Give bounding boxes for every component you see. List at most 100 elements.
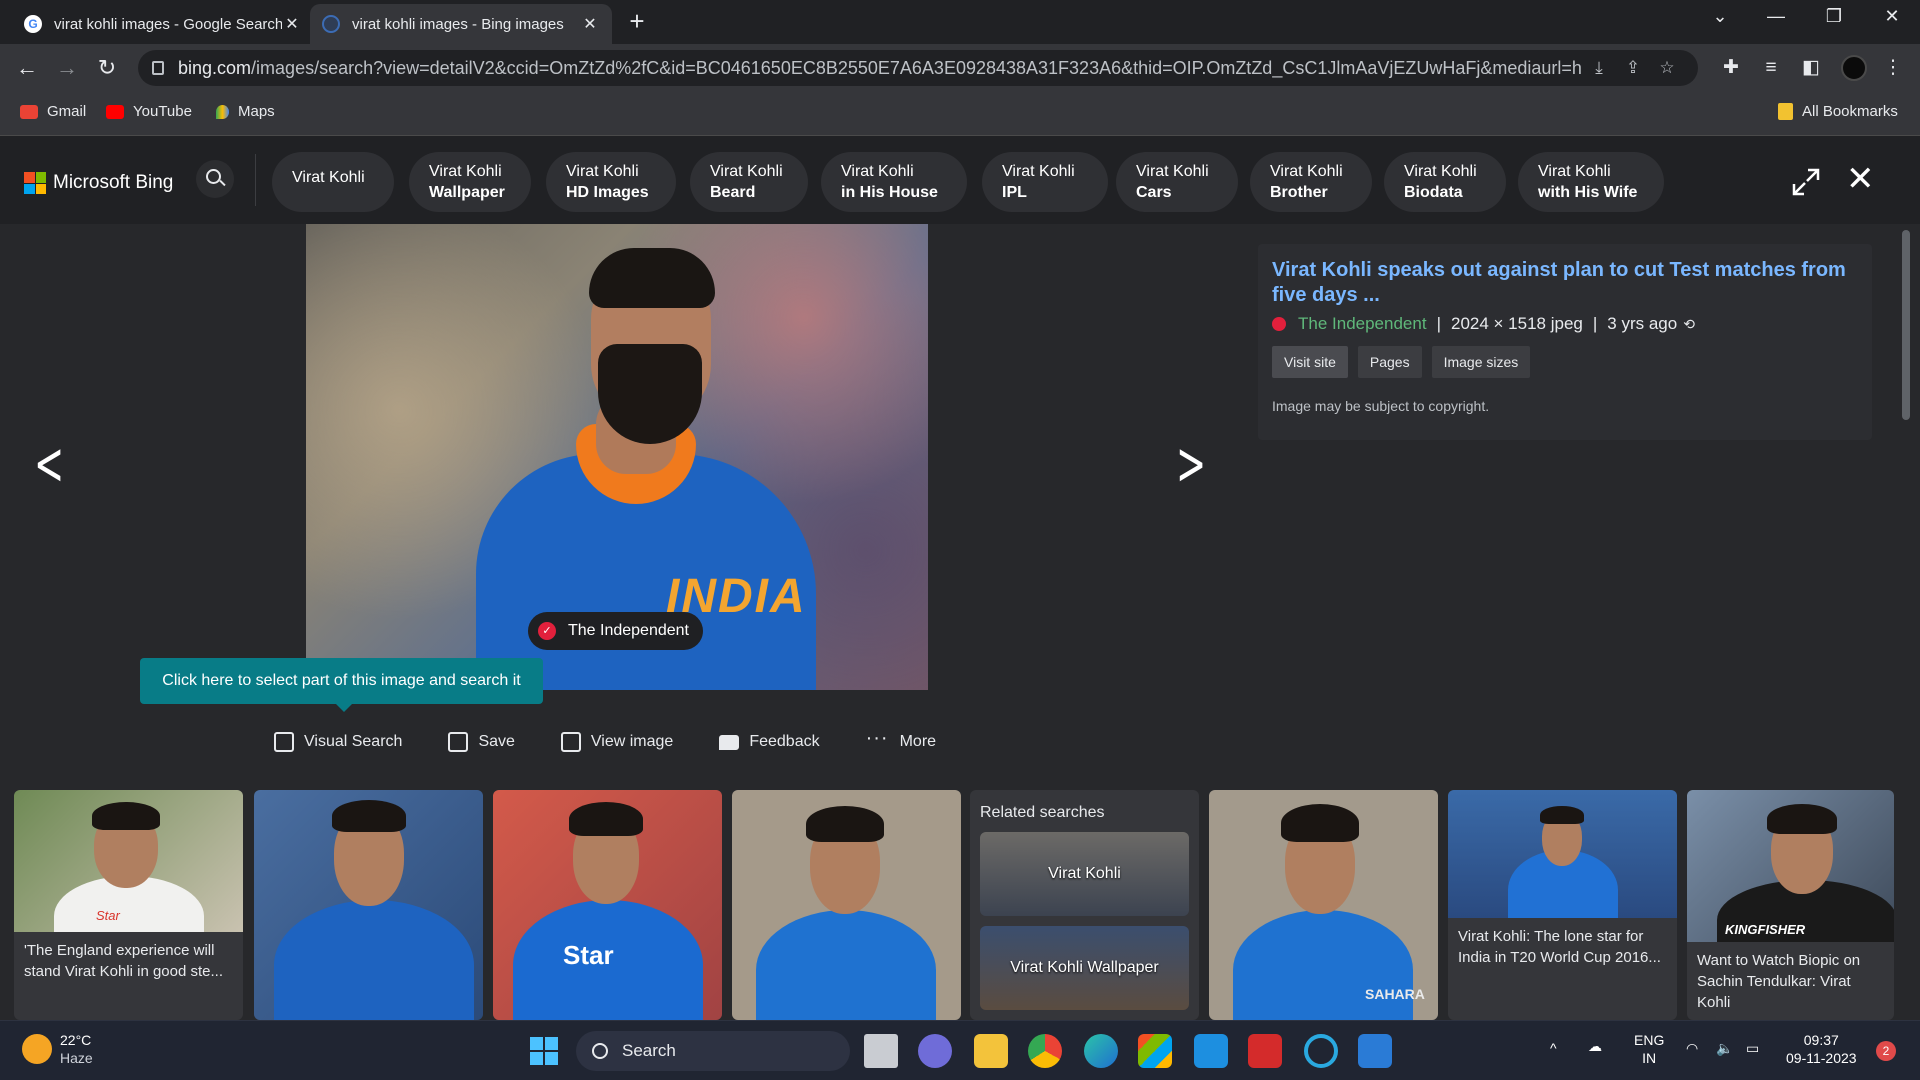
view-image-button[interactable]: View image <box>560 732 673 752</box>
back-icon[interactable]: ← <box>12 54 42 82</box>
related-image-3[interactable]: Star <box>493 790 722 1020</box>
pill-ipl[interactable]: Virat Kohli IPL <box>982 152 1108 212</box>
pill-hd-images[interactable]: Virat Kohli HD Images <box>546 152 676 212</box>
wifi-icon[interactable]: ◠ <box>1686 1039 1698 1057</box>
pill-line2: with His Wife <box>1538 184 1638 201</box>
l-app-icon[interactable] <box>1194 1034 1228 1068</box>
side-panel-icon[interactable]: ◧ <box>1796 54 1826 82</box>
pill-brother[interactable]: Virat Kohli Brother <box>1250 152 1372 212</box>
minimize-button[interactable]: — <box>1756 6 1796 27</box>
more-button[interactable]: ··· More <box>866 728 936 752</box>
independent-icon <box>1272 317 1286 331</box>
lock-icon[interactable] <box>152 61 164 75</box>
chrome-icon[interactable] <box>1028 1034 1062 1068</box>
separator: | <box>1592 314 1598 333</box>
battery-icon[interactable]: ▭ <box>1746 1039 1759 1057</box>
previous-image-icon[interactable]: < <box>34 434 64 494</box>
restore-button[interactable]: ❐ <box>1814 6 1854 27</box>
pill-beard[interactable]: Virat Kohli Beard <box>690 152 808 212</box>
pill-cars[interactable]: Virat Kohli Cars <box>1116 152 1238 212</box>
bookmark-star-icon[interactable]: ☆ <box>1650 58 1684 78</box>
chat-icon[interactable] <box>918 1034 952 1068</box>
close-tab-icon[interactable]: ✕ <box>580 14 600 34</box>
share-icon[interactable]: ⇪ <box>1616 58 1650 78</box>
media-control-icon[interactable]: ≡ <box>1756 54 1786 82</box>
save-button[interactable]: Save <box>448 732 515 752</box>
install-icon[interactable]: ⤓ <box>1582 58 1616 78</box>
visual-search-tooltip[interactable]: Click here to select part of this image … <box>140 658 543 712</box>
forward-icon[interactable]: → <box>52 54 82 82</box>
all-bookmarks[interactable]: All Bookmarks <box>1778 103 1898 120</box>
language-indicator[interactable]: ENG IN <box>1634 1031 1664 1067</box>
start-icon[interactable] <box>530 1037 558 1065</box>
bookmark-gmail[interactable]: Gmail <box>20 103 86 120</box>
image-actions: Visual Search Save View image Feedback ·… <box>274 728 982 752</box>
notification-badge[interactable]: 2 <box>1876 1041 1896 1061</box>
gmail-icon <box>20 104 38 119</box>
pill-in-his-house[interactable]: Virat Kohli in His House <box>821 152 967 212</box>
mcafee-icon[interactable] <box>1248 1034 1282 1068</box>
task-view-icon[interactable] <box>864 1034 898 1068</box>
url-text[interactable]: bing.com/images/search?view=detailV2&cci… <box>178 58 1582 79</box>
pill-with-his-wife[interactable]: Virat Kohli with His Wife <box>1518 152 1664 212</box>
image-info-card: Virat Kohli speaks out against plan to c… <box>1258 244 1872 440</box>
cortana-icon[interactable] <box>1304 1034 1338 1068</box>
vscode-icon[interactable] <box>1358 1034 1392 1068</box>
expand-icon[interactable] <box>1792 168 1820 196</box>
store-icon[interactable] <box>1138 1034 1172 1068</box>
onedrive-icon[interactable]: ☁ <box>1588 1037 1602 1055</box>
profile-avatar[interactable] <box>1841 55 1867 81</box>
search-button[interactable] <box>196 160 234 198</box>
source-badge[interactable]: ✓ The Independent <box>528 612 703 650</box>
visual-search-icon <box>274 732 294 752</box>
edge-icon[interactable] <box>1084 1034 1118 1068</box>
next-image-icon[interactable]: > <box>1176 434 1206 494</box>
image-sizes-button[interactable]: Image sizes <box>1431 346 1531 378</box>
close-window-button[interactable]: ✕ <box>1872 6 1912 27</box>
pages-button[interactable]: Pages <box>1357 346 1422 378</box>
close-tab-icon[interactable]: ✕ <box>282 14 302 34</box>
related-image-4[interactable] <box>732 790 961 1020</box>
taskbar-search[interactable]: Search <box>576 1031 850 1071</box>
scrollbar[interactable] <box>1902 230 1910 420</box>
related-image-5[interactable]: SAHARA <box>1209 790 1438 1020</box>
feedback-button[interactable]: Feedback <box>719 732 820 752</box>
extensions-icon[interactable]: ✚ <box>1716 54 1746 82</box>
clock[interactable]: 09:37 09-11-2023 <box>1786 1031 1857 1067</box>
address-bar[interactable]: bing.com/images/search?view=detailV2&cci… <box>138 50 1698 86</box>
related-search-wallpaper[interactable]: Virat Kohli Wallpaper <box>980 926 1189 1010</box>
related-image-2[interactable] <box>254 790 483 1020</box>
related-image-6[interactable]: Virat Kohli: The lone star for India in … <box>1448 790 1677 1020</box>
related-image-1[interactable]: Star 'The England experience will stand … <box>14 790 243 1020</box>
tab-search-icon[interactable]: ⌄ <box>1700 6 1740 27</box>
pill-line2: Biodata <box>1404 184 1463 201</box>
image-title-link[interactable]: Virat Kohli speaks out against plan to c… <box>1272 258 1858 308</box>
reload-icon[interactable]: ↻ <box>92 54 122 82</box>
volume-icon[interactable]: 🔈 <box>1716 1039 1733 1057</box>
bing-header: Microsoft Bing Virat Kohli Virat Kohli Wa… <box>0 136 1920 224</box>
source-link[interactable]: The Independent <box>1298 314 1427 334</box>
visual-search-button[interactable]: Visual Search <box>274 732 402 752</box>
pill-biodata[interactable]: Virat Kohli Biodata <box>1384 152 1506 212</box>
related-search-virat-kohli[interactable]: Virat Kohli <box>980 832 1189 916</box>
url-path: /images/search?view=detailV2&ccid=OmZtZd… <box>251 57 1582 78</box>
caption: Virat Kohli: The lone star for India in … <box>1458 928 1661 966</box>
pill-wallpaper[interactable]: Virat Kohli Wallpaper <box>409 152 531 212</box>
tab-bing-images[interactable]: virat kohli images - Bing images ✕ <box>310 4 612 44</box>
close-icon[interactable]: ✕ <box>1846 162 1875 196</box>
temperature: 22°C <box>60 1032 92 1048</box>
pill-virat-kohli[interactable]: Virat Kohli <box>272 152 394 212</box>
bing-logo[interactable]: Microsoft Bing <box>24 172 173 194</box>
tab-google-search[interactable]: G virat kohli images - Google Search ✕ <box>12 4 314 44</box>
show-hidden-icons[interactable]: ^ <box>1550 1039 1557 1057</box>
weather-widget[interactable]: 22°C Haze <box>22 1031 93 1067</box>
visit-site-button[interactable]: Visit site <box>1272 346 1348 378</box>
time: 09:37 <box>1803 1032 1839 1048</box>
menu-icon[interactable]: ⋮ <box>1878 54 1908 82</box>
bookmark-maps[interactable]: Maps <box>216 103 275 120</box>
new-tab-button[interactable]: + <box>622 6 652 37</box>
age: 3 yrs ago <box>1607 314 1678 333</box>
related-image-7[interactable]: KINGFISHER Want to Watch Biopic on Sachi… <box>1687 790 1894 1020</box>
bookmark-youtube[interactable]: YouTube <box>106 103 192 120</box>
file-explorer-icon[interactable] <box>974 1034 1008 1068</box>
